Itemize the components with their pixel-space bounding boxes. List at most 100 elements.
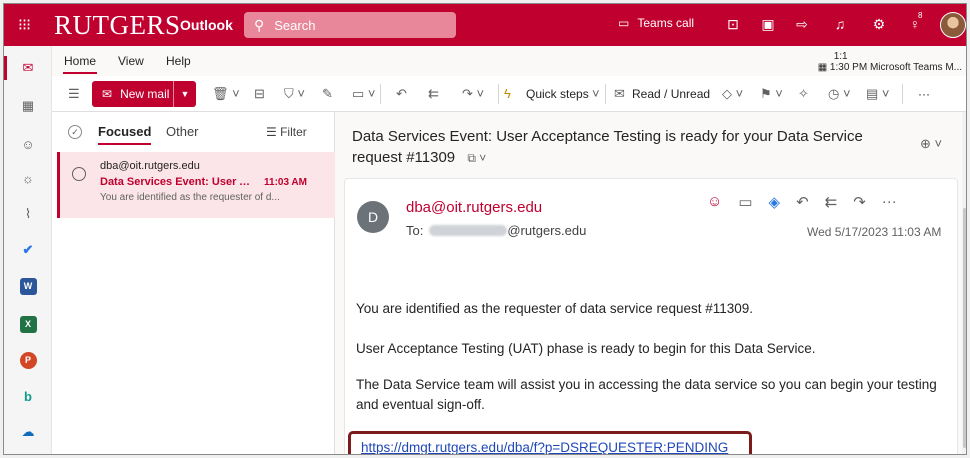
reply-all-icon[interactable]: ⇇ (428, 86, 439, 102)
filter-button[interactable]: ☰ Filter (266, 125, 307, 139)
loop-icon[interactable]: ◈ (769, 193, 781, 211)
quick-steps-chevron-icon[interactable]: ˅ (592, 86, 600, 101)
message-card: D dba@oit.rutgers.edu To: @rutgers.edu ☺… (344, 178, 958, 454)
user-avatar[interactable] (940, 12, 966, 38)
list-item-subject: Data Services Event: User A... (100, 176, 250, 188)
tab-home[interactable]: Home (62, 54, 98, 74)
gear-icon[interactable]: ⚙ (870, 16, 888, 33)
to-label: To: (406, 223, 424, 238)
tag-icon[interactable]: ◇ ˅ (722, 86, 743, 102)
teams-note-line2: 1:30 PM Microsoft Teams M... (829, 62, 962, 73)
calendar-icon[interactable]: ▦ (18, 96, 38, 116)
sender-avatar[interactable]: D (357, 201, 389, 233)
app-name[interactable]: Outlook (180, 17, 236, 33)
video-camera-icon: ▭ (618, 16, 630, 30)
recipient-domain: @rutgers.edu (507, 223, 587, 238)
teams-share-icon[interactable]: ▭ (738, 193, 752, 211)
tab-other[interactable]: Other (166, 124, 199, 139)
powerpoint-icon[interactable]: P (18, 350, 38, 370)
top-bar: ⁝⁝⁝ RUTGERS Outlook ⚲ Search ▭ Teams cal… (4, 4, 966, 46)
todo-check-icon[interactable]: ✔ (18, 240, 38, 260)
people-icon[interactable]: ☺ (18, 134, 38, 154)
forward-board-icon[interactable]: ⇨ (793, 16, 811, 33)
app-launcher-icon[interactable]: ⁝⁝⁝ (4, 4, 44, 46)
outlook-window: ⁝⁝⁝ RUTGERS Outlook ⚲ Search ▭ Teams cal… (3, 3, 967, 455)
more-icon[interactable]: ··· (882, 193, 897, 211)
highlighted-link-box: https://dmgt.rutgers.edu/dba/f?p=DSREQUE… (348, 431, 752, 454)
quick-steps-button[interactable]: Quick steps (526, 87, 589, 101)
new-mail-label: New mail (120, 86, 170, 101)
select-all-icon[interactable]: ✓ (68, 125, 82, 139)
search-placeholder: Search (274, 17, 316, 33)
archive-icon[interactable]: ⊟ (254, 86, 265, 102)
pin-icon[interactable]: ✧ (798, 86, 809, 102)
list-item-preview: You are identified as the requester of d… (100, 192, 280, 203)
tips-badge: 8 (918, 11, 923, 20)
read-unread-button[interactable]: Read / Unread (632, 87, 710, 101)
zoom-icon[interactable]: ⊕ ˅ (920, 136, 942, 152)
office-icon[interactable]: ▣ (759, 16, 777, 33)
paperclip-icon[interactable]: ⌇ (18, 204, 38, 224)
recipient-line: To: @rutgers.edu (406, 223, 586, 238)
forward-icon[interactable]: ↷ (853, 193, 866, 211)
list-header: ✓ Focused Other ☰ Filter (52, 112, 334, 152)
forward-icon[interactable]: ↷ ˅ (462, 86, 484, 102)
new-mail-button[interactable]: ✉ New mail ▼ (92, 80, 196, 107)
bing-icon[interactable]: b (18, 386, 38, 406)
more-options-button[interactable]: ··· (918, 87, 930, 101)
collapse-ribbon-icon[interactable]: ☰ (68, 86, 80, 102)
redacted-name (429, 225, 508, 236)
body-paragraph: You are identified as the requester of d… (356, 301, 754, 316)
select-message-icon[interactable] (72, 167, 86, 181)
board-icon[interactable]: ⊡ (724, 16, 742, 33)
app-rail: ✉ ▦ ☺ ☼ ⌇ ✔ W X P b ☁ (4, 46, 52, 454)
groups-icon[interactable]: ☼ (18, 168, 38, 188)
report-icon[interactable]: ⛉ ˅ (284, 86, 305, 102)
body-paragraph: The Data Service team will assist you in… (356, 377, 937, 412)
message-subject-text: Data Services Event: User Acceptance Tes… (352, 128, 863, 166)
snooze-clock-icon[interactable]: ◷ ˅ (828, 86, 851, 102)
mail-list: ✓ Focused Other ☰ Filter dba@oit.rutgers… (52, 112, 335, 454)
ribbon-tabs: Home View Help 1:1 ▦ 1:30 PM Microsoft T… (52, 46, 966, 76)
summary-icon[interactable]: ⧉ ˅ (467, 151, 486, 165)
reply-icon[interactable]: ↶ (396, 86, 407, 102)
onedrive-icon[interactable]: ☁ (18, 422, 38, 442)
teams-call-label: Teams call (637, 16, 695, 30)
search-box[interactable]: ⚲ Search (244, 12, 456, 38)
envelope-open-icon[interactable]: ✉ (614, 86, 625, 102)
message-actions: ☺ ▭ ◈ ↶ ⇇ ↷ ··· (707, 193, 897, 211)
rules-icon[interactable]: ▤ ˅ (866, 86, 890, 102)
move-icon[interactable]: ▭ ˅ (352, 86, 376, 102)
delete-icon[interactable]: 🗑︎ ˅ (212, 86, 240, 102)
smile-icon[interactable]: ☺ (707, 193, 722, 211)
list-item-sender: dba@oit.rutgers.edu (100, 160, 200, 172)
body-paragraph: User Acceptance Testing (UAT) phase is r… (356, 341, 816, 356)
mail-icon[interactable]: ✉ (4, 56, 38, 80)
teams-meeting-reminder[interactable]: 1:1 ▦ 1:30 PM Microsoft Teams M... (818, 51, 962, 73)
ribbon-toolbar: ☰ ✉ New mail ▼ 🗑︎ ˅ ⊟ ⛉ ˅ ✎ ▭ ˅ ↶ ⇇ ↷ ˅ … (52, 76, 966, 112)
chevron-down-icon[interactable]: ▼ (174, 89, 196, 99)
tab-focused[interactable]: Focused (98, 124, 152, 145)
list-item[interactable]: dba@oit.rutgers.edu Data Services Event:… (57, 152, 335, 218)
lightning-icon[interactable]: ϟ (504, 86, 511, 101)
teams-note-line1: 1:1 (833, 51, 848, 62)
envelope-icon: ✉ (102, 86, 113, 101)
message-subject: Data Services Event: User Acceptance Tes… (352, 126, 902, 169)
sender-address[interactable]: dba@oit.rutgers.edu (406, 199, 542, 216)
reading-pane: Data Services Event: User Acceptance Tes… (336, 112, 966, 454)
sweep-icon[interactable]: ✎ (322, 86, 333, 102)
tab-help[interactable]: Help (166, 54, 191, 68)
reply-icon[interactable]: ↶ (796, 193, 809, 211)
message-date: Wed 5/17/2023 11:03 AM (807, 225, 942, 239)
word-icon[interactable]: W (18, 276, 38, 296)
tab-view[interactable]: View (118, 54, 144, 68)
reading-pane-scrollbar[interactable] (962, 112, 966, 454)
pending-request-link[interactable]: https://dmgt.rutgers.edu/dba/f?p=DSREQUE… (361, 440, 728, 454)
excel-icon[interactable]: X (18, 314, 38, 334)
filter-label: Filter (280, 125, 307, 139)
reply-all-icon[interactable]: ⇇ (825, 193, 838, 211)
flag-icon[interactable]: ⚑ ˅ (760, 86, 783, 102)
calendar-small-icon: ▦ (817, 62, 830, 73)
teams-call-button[interactable]: ▭ Teams call (618, 16, 694, 30)
bell-icon[interactable]: ♫ (831, 16, 849, 32)
